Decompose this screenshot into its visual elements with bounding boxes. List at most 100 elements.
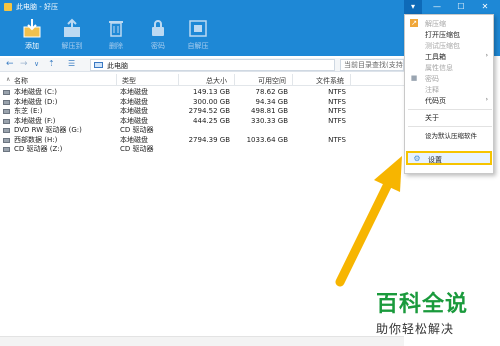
- drive-free: 1033.64 GB: [246, 135, 288, 144]
- sort-arrow-icon: ∧: [6, 76, 11, 83]
- drive-name: 西部数据 (H:): [14, 135, 58, 144]
- table-row[interactable]: 西部数据 (H:) 本地磁盘 2794.39 GB 1033.64 GB NTF…: [0, 136, 404, 146]
- main-menu-button[interactable]: ▾: [404, 0, 422, 14]
- menu-item-test-archive[interactable]: 测试压缩包: [405, 40, 493, 50]
- column-divider: [234, 74, 235, 86]
- forward-arrow-icon[interactable]: →: [20, 59, 28, 69]
- window-title: 此电脑 - 好压: [16, 3, 58, 11]
- path-field[interactable]: 此电脑: [90, 59, 335, 71]
- drive-total: 2794.52 GB: [188, 107, 230, 115]
- pointer-arrow-annotation: [335, 156, 402, 287]
- header-free[interactable]: 可用空间: [258, 76, 286, 86]
- submenu-arrow-icon: ›: [485, 52, 488, 59]
- minimize-button[interactable]: —: [428, 0, 446, 14]
- menu-item-extract[interactable]: ↗ 解压缩: [405, 18, 493, 28]
- horizontal-scrollbar[interactable]: [0, 336, 404, 346]
- menu-item-password[interactable]: ■ 密码: [405, 73, 493, 83]
- menu-item-label: 解压缩: [425, 20, 446, 28]
- menu-item-toolbox[interactable]: 工具箱 ›: [405, 51, 493, 61]
- drive-name: 本地磁盘 (C:): [14, 88, 57, 96]
- menu-item-properties[interactable]: 属性信息: [405, 62, 493, 72]
- history-dropdown-icon[interactable]: ∨: [34, 60, 39, 68]
- menu-item-label: 设置: [428, 156, 442, 164]
- drive-name: 本地磁盘 (F:): [14, 116, 56, 125]
- drive-list: 本地磁盘 (C:) 本地磁盘 149.13 GB 78.62 GB NTFS 本…: [0, 88, 404, 155]
- app-logo-icon: [4, 3, 12, 11]
- password-button-label: 密码: [151, 42, 165, 50]
- computer-icon: [94, 62, 103, 68]
- menu-item-label: 代码页: [425, 97, 446, 105]
- drive-type: 本地磁盘: [120, 107, 148, 115]
- add-button[interactable]: 添加: [12, 16, 52, 56]
- close-button[interactable]: ✕: [476, 0, 494, 14]
- drive-name: 本地磁盘 (D:): [14, 97, 58, 106]
- back-arrow-icon[interactable]: ←: [6, 59, 14, 69]
- table-header: ∧ 名称 类型 总大小 可用空间 文件系统: [0, 74, 404, 86]
- drive-fs: NTFS: [328, 135, 346, 144]
- address-bar: ← → ∨ ⇡ ☰ 此电脑 当前目录查找(支持模糊: [0, 58, 404, 72]
- drive-icon: [3, 137, 10, 143]
- header-name[interactable]: 名称: [14, 76, 28, 86]
- table-row[interactable]: 东芝 (E:) 本地磁盘 2794.52 GB 498.81 GB NTFS: [0, 107, 404, 117]
- menu-item-set-default[interactable]: 设为默认压缩软件: [405, 129, 493, 140]
- menu-item-about[interactable]: 关于: [405, 112, 493, 122]
- drive-fs: NTFS: [328, 97, 346, 106]
- column-divider: [292, 74, 293, 86]
- toolbar: 添加 解压到 删除 密码 自解压: [0, 16, 400, 56]
- drive-free: 78.62 GB: [255, 88, 289, 96]
- path-text: 此电脑: [107, 62, 128, 70]
- watermark-title: 百科全说: [376, 292, 469, 317]
- extract-to-icon: [64, 18, 80, 37]
- header-type[interactable]: 类型: [122, 76, 136, 86]
- main-dropdown-menu: ↗ 解压缩 打开压缩包 测试压缩包 工具箱 › 属性信息 ■ 密码 注释 代码页…: [404, 14, 494, 174]
- drive-free: 94.34 GB: [255, 97, 289, 106]
- drive-total: 149.13 GB: [193, 88, 230, 96]
- menu-item-label: 打开压缩包: [425, 31, 460, 39]
- extract-to-button[interactable]: 解压到: [52, 16, 92, 56]
- drive-type: 本地磁盘: [120, 116, 148, 125]
- delete-button-label: 删除: [109, 42, 123, 50]
- maximize-button[interactable]: ☐: [452, 0, 470, 14]
- drive-type: CD 驱动器: [120, 145, 154, 153]
- menu-separator: [408, 126, 492, 127]
- table-row[interactable]: DVD RW 驱动器 (G:) CD 驱动器: [0, 126, 404, 136]
- drive-name: CD 驱动器 (Z:): [14, 145, 63, 153]
- drive-fs: NTFS: [328, 107, 346, 115]
- menu-item-label: 属性信息: [425, 64, 453, 72]
- self-extract-button[interactable]: 自解压: [178, 16, 218, 56]
- menu-item-label: 密码: [425, 75, 439, 83]
- add-button-label: 添加: [25, 42, 39, 50]
- drive-icon: [3, 99, 10, 105]
- menu-item-settings[interactable]: ⚙ 设置: [406, 151, 492, 165]
- drive-total: 300.00 GB: [193, 97, 230, 106]
- menu-item-codepage[interactable]: 代码页 ›: [405, 95, 493, 105]
- dvd-drive-icon: [3, 128, 10, 133]
- drive-icon: [3, 90, 10, 95]
- drive-total: 2794.39 GB: [188, 135, 230, 144]
- table-row[interactable]: 本地磁盘 (F:) 本地磁盘 444.25 GB 330.33 GB NTFS: [0, 117, 404, 127]
- drive-name: DVD RW 驱动器 (G:): [14, 126, 82, 134]
- table-row[interactable]: 本地磁盘 (D:) 本地磁盘 300.00 GB 94.34 GB NTFS: [0, 98, 404, 108]
- delete-button[interactable]: 删除: [96, 16, 136, 56]
- drive-type: 本地磁盘: [120, 97, 148, 106]
- menu-item-comment[interactable]: 注释: [405, 84, 493, 94]
- header-total[interactable]: 总大小: [206, 76, 227, 86]
- view-mode-icon[interactable]: ☰: [68, 59, 75, 68]
- drive-icon: [3, 118, 10, 124]
- drive-fs: NTFS: [328, 88, 346, 96]
- search-input[interactable]: 当前目录查找(支持模糊: [340, 59, 404, 71]
- watermark-subtitle: 助你轻松解决: [376, 322, 455, 336]
- drive-free: 498.81 GB: [251, 107, 288, 115]
- drive-fs: NTFS: [328, 116, 346, 125]
- menu-separator: [408, 109, 492, 110]
- up-folder-icon[interactable]: ⇡: [48, 59, 55, 68]
- password-button[interactable]: 密码: [138, 16, 178, 56]
- header-fs[interactable]: 文件系统: [316, 76, 344, 86]
- self-extract-icon: [189, 20, 207, 37]
- extract-icon: ↗: [410, 19, 418, 27]
- menu-item-open-archive[interactable]: 打开压缩包: [405, 29, 493, 39]
- table-row[interactable]: 本地磁盘 (C:) 本地磁盘 149.13 GB 78.62 GB NTFS: [0, 88, 404, 98]
- drive-type: 本地磁盘: [120, 135, 148, 144]
- menu-item-label: 关于: [425, 114, 439, 122]
- menu-item-label: 注释: [425, 86, 439, 94]
